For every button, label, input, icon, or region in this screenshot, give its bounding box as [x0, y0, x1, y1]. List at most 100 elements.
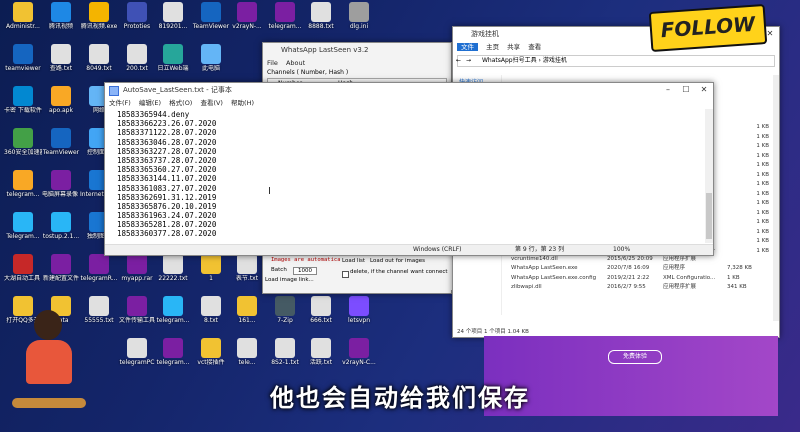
menu-format[interactable]: 格式(O): [169, 99, 192, 107]
ribbon-tab-home[interactable]: 主页: [486, 43, 499, 51]
dm-icon[interactable]: 大湖自动工具 15.exe: [4, 254, 42, 282]
notepad-window[interactable]: AutoSave_LastSeen.txt - 记事本 – ☐ ✕ 文件(F) …: [104, 82, 714, 256]
archive-icon[interactable]: 电脑屏幕录像 软件1.2%.zip: [42, 170, 80, 198]
file-row[interactable]: WhatsApp LastSeen.exe 2020/7/8 16:09 应用程序 7…: [503, 264, 773, 274]
folder-icon[interactable]: vct接插件: [192, 338, 230, 366]
apk-icon-glyph: [51, 86, 71, 106]
file-name: WhatsApp LastSeen.exe.config: [511, 274, 597, 281]
explorer-status: 24 个项目 1 个项目 1.04 KB: [457, 329, 529, 335]
archive-icon[interactable]: telegram...: [154, 338, 192, 366]
teamviewer-icon-glyph: [51, 128, 71, 148]
notepad-menubar: 文件(F) 编辑(E) 格式(O) 查看(V) 帮助(H): [105, 97, 713, 109]
maximize-icon[interactable]: ☐: [677, 83, 695, 97]
archive-icon[interactable]: 文件传输工具: [118, 296, 156, 324]
document-icon[interactable]: 8S2-1.txt: [266, 338, 304, 366]
archive-icon[interactable]: myapp.rar: [118, 254, 156, 282]
document-icon[interactable]: 200.txt: [118, 44, 156, 72]
document-icon[interactable]: 22222.txt: [154, 254, 192, 282]
promo-button[interactable]: 免费体验: [608, 350, 662, 364]
settings-file-icon[interactable]: dlg.ini: [340, 2, 378, 30]
telegram-icon[interactable]: Telegram...: [4, 212, 42, 240]
menu-view[interactable]: 查看(V): [200, 99, 223, 107]
forward-arrow-icon[interactable]: →: [466, 56, 471, 66]
notepad-scrollbar[interactable]: [705, 109, 713, 243]
telegram-icon[interactable]: telegram...: [154, 296, 192, 324]
vpn-icon[interactable]: letsvpn: [340, 296, 378, 324]
text-line: 18583363737.28.07.2020: [117, 155, 217, 165]
app-icon[interactable]: 卡密 下载软件.exe: [4, 86, 42, 114]
menu-edit[interactable]: 编辑(E): [139, 99, 161, 107]
document-icon[interactable]: 活跃.txt: [302, 338, 340, 366]
file-size: 7,328 KB: [727, 265, 752, 271]
file-row[interactable]: WhatsApp LastSeen.exe.config 2019/2/21 2:…: [503, 274, 773, 284]
computer-icon-glyph: [201, 44, 221, 64]
video-icon[interactable]: 腾讯视频: [42, 2, 80, 30]
file-name: WhatsApp LastSeen.exe: [511, 265, 578, 271]
document-icon[interactable]: tele...: [228, 338, 266, 366]
archive-icon[interactable]: v2rayN-C...: [340, 338, 378, 366]
shield-icon[interactable]: 360安全加速器: [4, 128, 42, 156]
document-icon-glyph: [311, 2, 331, 22]
document-icon[interactable]: 819201...: [154, 2, 192, 30]
telegram-icon[interactable]: tostup.2.1...: [42, 212, 80, 240]
document-icon[interactable]: 8.txt: [192, 296, 230, 324]
batch-input[interactable]: 1000: [293, 267, 317, 275]
menu-file[interactable]: File: [267, 59, 278, 67]
file-size-cell: 1 KB: [756, 171, 769, 178]
document-icon-glyph: [163, 2, 183, 22]
archive-icon[interactable]: telegram...: [266, 2, 304, 30]
user-folder-icon[interactable]: Administr...: [4, 2, 42, 30]
file-row[interactable]: zlibwapi.dll 2016/2/7 9:55 应用程序扩展 341 KB: [503, 283, 773, 293]
menu-file[interactable]: 文件(F): [109, 99, 131, 107]
delete-checkbox[interactable]: [342, 271, 349, 278]
document-icon[interactable]: 666.txt: [302, 296, 340, 324]
apk-icon[interactable]: apo.apk: [42, 86, 80, 114]
ribbon-tab-file[interactable]: 文件: [457, 43, 478, 51]
folder-icon[interactable]: 161...: [228, 296, 266, 324]
apk-icon[interactable]: telegram...: [4, 170, 42, 198]
desktop-icon-label: 8S2-1.txt: [271, 359, 299, 366]
teamviewer-icon-glyph: [13, 44, 33, 64]
load-images-button[interactable]: Load out for images: [370, 258, 425, 264]
folder-icon-glyph: [127, 2, 147, 22]
address-bar[interactable]: ← → WhatsApp扫号工具 › 游戏挂机: [456, 55, 775, 67]
computer-icon[interactable]: 此电脑: [192, 44, 230, 72]
folder-icon[interactable]: Prototies: [118, 2, 156, 30]
document-icon[interactable]: 查路.txt: [42, 44, 80, 72]
teamviewer-icon[interactable]: TeamViewer: [192, 2, 230, 30]
desktop-icon-label: 活跃.txt: [309, 359, 333, 366]
desktop-icon-label: TeamViewer: [42, 149, 80, 156]
menu-help[interactable]: 帮助(H): [231, 99, 254, 107]
close-icon[interactable]: ✕: [695, 83, 713, 97]
document-icon[interactable]: telegramPC: [118, 338, 156, 366]
minimize-icon[interactable]: –: [659, 83, 677, 97]
ribbon-tab-share[interactable]: 共享: [507, 43, 520, 51]
video-icon-glyph: [51, 2, 71, 22]
video-icon[interactable]: 腾讯视频.exe: [80, 2, 118, 30]
archive-icon[interactable]: 7-Zip: [266, 296, 304, 324]
file-date: 2019/2/21 2:22: [607, 274, 650, 281]
explorer-scrollbar[interactable]: [773, 75, 779, 321]
teamviewer-icon[interactable]: TeamViewer: [42, 128, 80, 156]
desktop-icon-label: 此电脑: [201, 65, 220, 72]
notepad-title: AutoSave_LastSeen.txt - 记事本: [123, 86, 232, 94]
document-icon[interactable]: 8049.txt: [80, 44, 118, 72]
desktop-icon-label: 腾讯视频.exe: [80, 23, 118, 30]
menu-about[interactable]: About: [286, 59, 305, 67]
notepad-titlebar[interactable]: AutoSave_LastSeen.txt - 记事本 – ☐ ✕: [105, 83, 713, 97]
document-icon-glyph: [201, 296, 221, 316]
archive-icon[interactable]: telegramR...: [80, 254, 118, 282]
folder-icon[interactable]: 1: [192, 254, 230, 282]
notepad-text-area[interactable]: 18583365944.deny 18583366223.26.07.2020 18…: [117, 110, 703, 239]
document-icon[interactable]: 8888.txt: [302, 2, 340, 30]
load-list-button[interactable]: Load list: [342, 258, 365, 264]
lastseen-titlebar[interactable]: WhatsApp LastSeen v3.2: [263, 43, 451, 57]
teamviewer-icon[interactable]: teamviewer: [4, 44, 42, 72]
web-icon[interactable]: 日立Web端: [154, 44, 192, 72]
document-icon[interactable]: 表节.txt: [228, 254, 266, 282]
desktop-icon-label: myapp.rar: [121, 275, 153, 282]
archive-icon[interactable]: 新建配置文件: [42, 254, 80, 282]
ribbon-tab-view[interactable]: 查看: [528, 43, 541, 51]
back-arrow-icon[interactable]: ←: [456, 56, 461, 66]
archive-icon[interactable]: v2rayN-...: [228, 2, 266, 30]
